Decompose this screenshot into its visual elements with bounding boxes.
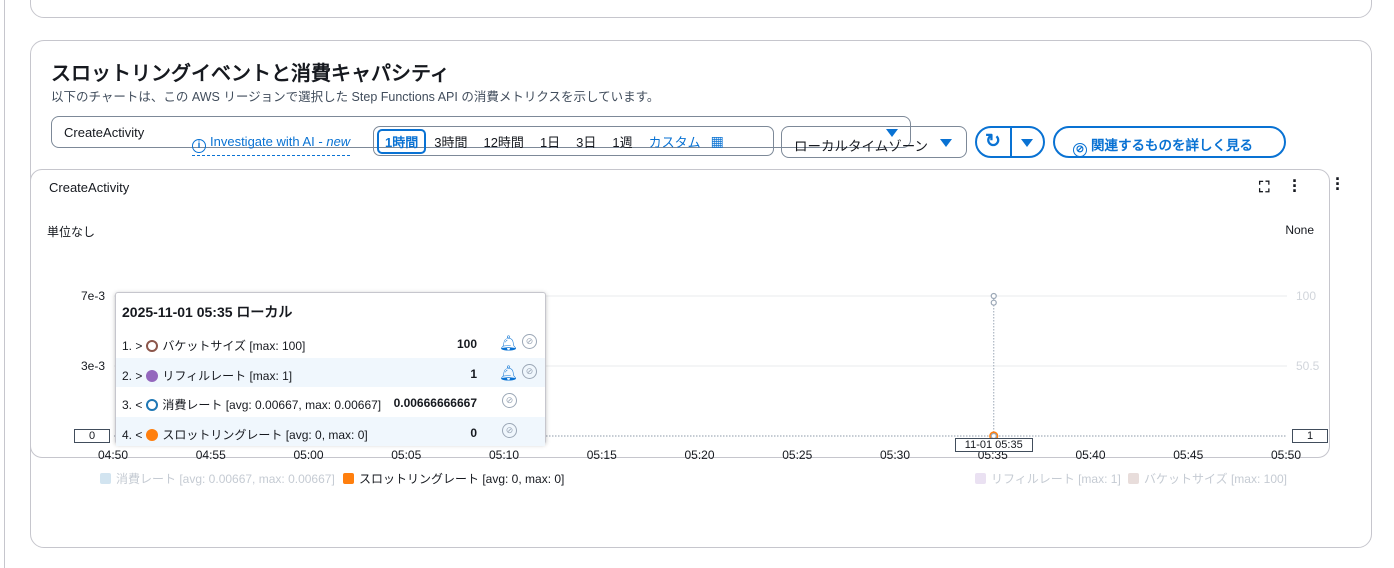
x-tick-label: 04:50 (98, 448, 129, 462)
data-point (990, 299, 997, 306)
tooltip-row-label: 3. < 消費レート [avg: 0.00667, max: 0.00667] (122, 398, 382, 412)
legend-swatch (343, 473, 354, 484)
x-tick-label: 05:40 (1075, 448, 1106, 462)
x-tick-label: 05:50 (1271, 448, 1302, 462)
legend-label: リフィルレート [max: 1] (991, 472, 1121, 486)
series-color-icon (146, 369, 159, 382)
legend-item[interactable]: スロットリングレート [avg: 0, max: 0] (343, 470, 564, 487)
legend-swatch (100, 473, 111, 484)
legend-label: スロットリングレート [avg: 0, max: 0] (359, 472, 565, 486)
chart-tooltip: 2025-11-01 05:35 ローカル 1. > バケットサイズ [max: … (115, 292, 546, 446)
tooltip-row[interactable]: 4. < スロットリングレート [avg: 0, max: 0] 0 ⊘ (116, 416, 545, 446)
compass-icon[interactable]: ⊘ (502, 422, 517, 438)
tooltip-row[interactable]: 1. > バケットサイズ [max: 100] 100 🔔︎ ⊘ (116, 328, 545, 358)
legend-item[interactable]: バケットサイズ [max: 100] (1128, 470, 1287, 487)
legend-item[interactable]: リフィルレート [max: 1] (975, 470, 1121, 487)
compass-icon[interactable]: ⊘ (522, 334, 537, 349)
left-tick-label: 3e-3 (81, 359, 106, 373)
legend-label: バケットサイズ [max: 100] (1144, 472, 1288, 486)
left-axis-min-box: 0 (74, 429, 110, 443)
x-tick-label: 05:10 (489, 448, 520, 462)
right-axis-min-box: 1 (1292, 429, 1328, 443)
tooltip-row[interactable]: 3. < 消費レート [avg: 0.00667, max: 0.00667] 0.… (116, 387, 545, 417)
alarm-bell-icon[interactable]: 🔔︎ (499, 334, 518, 352)
x-tick-label: 05:45 (1173, 448, 1204, 462)
tooltip-header: 2025-11-01 05:35 ローカル (122, 304, 293, 320)
left-tick-label: 7e-3 (81, 289, 106, 303)
right-tick-label: 100 (1296, 289, 1317, 303)
tooltip-row-value: 0 (470, 425, 477, 440)
x-tick-label: 04:55 (195, 448, 226, 462)
series-color-icon (146, 399, 159, 411)
tooltip-row[interactable]: 2. > リフィルレート [max: 1] 1 🔔︎ ⊘ (116, 357, 545, 387)
tooltip-row-value: 0.00666666667 (393, 396, 477, 410)
alarm-bell-icon[interactable]: 🔔︎ (499, 364, 518, 382)
legend-label: 消費レート [avg: 0.00667, max: 0.00667] (116, 472, 335, 486)
legend-swatch (975, 473, 986, 484)
tooltip-row-label: 2. > リフィルレート [max: 1] (122, 368, 293, 383)
compass-icon[interactable]: ⊘ (522, 363, 537, 379)
series-color-icon (146, 340, 159, 352)
x-tick-label: 05:30 (880, 448, 911, 462)
legend-item[interactable]: 消費レート [avg: 0.00667, max: 0.00667] (100, 470, 335, 487)
series-color-icon (146, 428, 159, 441)
data-point (990, 292, 997, 300)
right-tick-label: 50.5 (1296, 359, 1320, 373)
cursor-time-label: 11-01 05:35 (954, 438, 1033, 452)
x-tick-label: 05:15 (586, 448, 617, 462)
x-tick-label: 05:25 (782, 448, 813, 462)
x-tick-label: 05:20 (684, 448, 715, 462)
x-tick-label: 05:00 (293, 448, 324, 462)
compass-icon[interactable]: ⊘ (502, 393, 517, 408)
legend-swatch (1128, 473, 1139, 484)
x-tick-label: 05:05 (391, 448, 422, 462)
tooltip-row-label: 4. < スロットリングレート [avg: 0, max: 0] (122, 427, 368, 442)
tooltip-row-label: 1. > バケットサイズ [max: 100] (122, 339, 306, 353)
tooltip-row-value: 100 (456, 337, 477, 351)
tooltip-row-value: 1 (470, 366, 477, 381)
